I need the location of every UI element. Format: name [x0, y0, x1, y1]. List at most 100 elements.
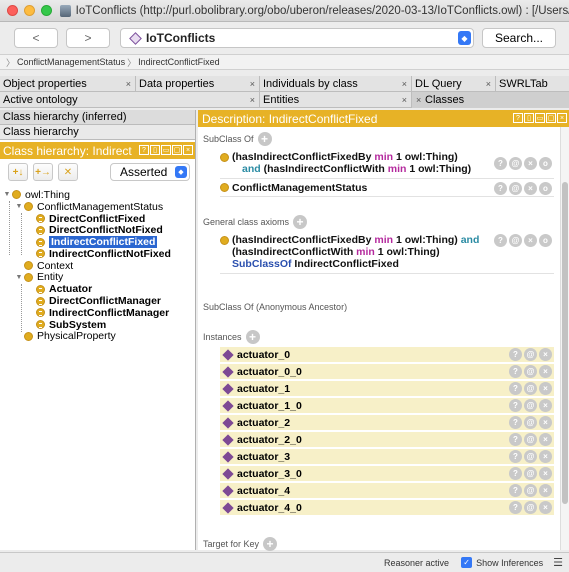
close-tab-icon[interactable]: × [402, 79, 407, 89]
chevron-updown-icon[interactable]: ◆ [458, 31, 471, 45]
delete-icon[interactable]: × [539, 450, 552, 463]
delete-icon[interactable]: × [539, 365, 552, 378]
minimize-window-button[interactable] [24, 5, 35, 16]
close-view-icon[interactable]: × [183, 145, 193, 155]
close-tab-icon[interactable]: × [250, 95, 255, 105]
tab-class-hierarchy[interactable]: Class hierarchy [0, 125, 195, 140]
annotate-icon[interactable]: @ [524, 467, 537, 480]
add-sibling-icon[interactable]: +→ [33, 163, 53, 181]
search-button[interactable]: Search... [482, 28, 556, 48]
delete-icon[interactable]: × [524, 234, 537, 247]
tab-active-ontology[interactable]: Active ontology × [0, 92, 260, 108]
help-icon[interactable]: ? [139, 145, 149, 155]
annotate-icon[interactable]: @ [524, 399, 537, 412]
subclass-axiom-restriction[interactable]: (hasIndirectConflictFixedBy min 1 owl:Th… [220, 149, 554, 179]
instance-row[interactable]: actuator_2_0? @ × [220, 432, 554, 448]
tab-data-properties[interactable]: Data properties × [136, 76, 260, 92]
split-horizontal-icon[interactable]: ▭ [161, 145, 171, 155]
tree-node-direct-conflict-not-fixed[interactable]: DirectConflictNotFixed [0, 224, 195, 236]
delete-icon[interactable]: × [539, 467, 552, 480]
list-menu-icon[interactable]: ☰ [553, 556, 563, 569]
annotate-icon[interactable]: @ [509, 157, 522, 170]
explain-icon[interactable]: ? [509, 450, 522, 463]
delete-class-icon[interactable]: ✕ [58, 163, 78, 181]
expand-triangle-icon[interactable]: ▼ [2, 191, 12, 198]
float-view-icon[interactable]: ▢ [546, 113, 556, 123]
instance-row[interactable]: actuator_3? @ × [220, 449, 554, 465]
annotate-icon[interactable]: @ [524, 416, 537, 429]
edit-icon[interactable]: o [539, 182, 552, 195]
annotate-icon[interactable]: @ [524, 484, 537, 497]
annotate-icon[interactable]: @ [524, 501, 537, 514]
tree-node-physical-property[interactable]: PhysicalProperty [0, 330, 195, 342]
expand-triangle-icon[interactable]: ▼ [14, 274, 24, 281]
instance-row[interactable]: actuator_4_0? @ × [220, 500, 554, 516]
annotate-icon[interactable]: @ [524, 382, 537, 395]
ontology-selector[interactable]: IoTConflicts ◆ [120, 28, 474, 48]
delete-icon[interactable]: × [539, 501, 552, 514]
instance-row[interactable]: actuator_0? @ × [220, 347, 554, 363]
explain-icon[interactable]: ? [509, 399, 522, 412]
subclass-axiom-named[interactable]: ConflictManagementStatus ? @ × o [220, 180, 554, 197]
tab-object-properties[interactable]: Object properties × [0, 76, 136, 92]
help-icon[interactable]: ? [513, 113, 523, 123]
explain-icon[interactable]: ? [509, 501, 522, 514]
edit-icon[interactable]: o [539, 234, 552, 247]
tree-node-indirect-conflict-fixed[interactable]: IndirectConflictFixed [0, 236, 195, 249]
breadcrumb-item[interactable]: IndirectConflictFixed [138, 57, 220, 67]
instance-row[interactable]: actuator_4? @ × [220, 483, 554, 499]
instance-row[interactable]: actuator_1? @ × [220, 381, 554, 397]
tree-node-subsystem[interactable]: SubSystem [0, 319, 195, 331]
tab-entities[interactable]: Entities × [260, 92, 412, 108]
tree-node-direct-conflict-manager[interactable]: DirectConflictManager [0, 295, 195, 307]
breadcrumb-item[interactable]: ConflictManagementStatus [17, 57, 125, 67]
add-key-icon[interactable]: + [263, 537, 278, 551]
explain-icon[interactable]: ? [494, 182, 507, 195]
annotate-icon[interactable]: @ [509, 182, 522, 195]
tab-class-hierarchy-inferred[interactable]: Class hierarchy (inferred) [0, 110, 195, 125]
tree-node-owl-thing[interactable]: ▼ owl:Thing [0, 189, 195, 201]
general-class-axiom[interactable]: (hasIndirectConflictFixedBy min 1 owl:Th… [220, 232, 554, 274]
close-tab-icon[interactable]: × [416, 95, 421, 105]
annotate-icon[interactable]: @ [524, 365, 537, 378]
delete-icon[interactable]: × [524, 157, 537, 170]
edit-icon[interactable]: o [539, 157, 552, 170]
delete-icon[interactable]: × [539, 399, 552, 412]
tab-dl-query[interactable]: DL Query × [412, 76, 496, 92]
explain-icon[interactable]: ? [494, 157, 507, 170]
tree-node-actuator[interactable]: Actuator [0, 283, 195, 295]
add-instance-icon[interactable]: + [245, 330, 260, 344]
add-general-class-axiom-icon[interactable]: + [293, 215, 308, 229]
tree-node-context[interactable]: Context [0, 260, 195, 272]
close-view-icon[interactable]: × [557, 113, 567, 123]
zoom-window-button[interactable] [41, 5, 52, 16]
explain-icon[interactable]: ? [509, 382, 522, 395]
instance-row[interactable]: actuator_0_0? @ × [220, 364, 554, 380]
explain-icon[interactable]: ? [509, 348, 522, 361]
tree-node-entity[interactable]: ▼ Entity [0, 271, 195, 283]
add-subclass-of-icon[interactable]: + [257, 132, 272, 146]
tab-individuals-by-class[interactable]: Individuals by class × [260, 76, 412, 92]
delete-icon[interactable]: × [539, 484, 552, 497]
instance-row[interactable]: actuator_3_0? @ × [220, 466, 554, 482]
explain-icon[interactable]: ? [509, 467, 522, 480]
vertical-scrollbar[interactable] [560, 127, 569, 550]
close-window-button[interactable] [7, 5, 18, 16]
delete-icon[interactable]: × [539, 348, 552, 361]
annotate-icon[interactable]: @ [524, 450, 537, 463]
split-vertical-icon[interactable]: ▯ [150, 145, 160, 155]
explain-icon[interactable]: ? [509, 416, 522, 429]
split-vertical-icon[interactable]: ▯ [524, 113, 534, 123]
close-tab-icon[interactable]: × [486, 79, 491, 89]
float-view-icon[interactable]: ▢ [172, 145, 182, 155]
close-tab-icon[interactable]: × [250, 79, 255, 89]
explain-icon[interactable]: ? [509, 433, 522, 446]
annotate-icon[interactable]: @ [524, 348, 537, 361]
forward-button[interactable]: > [66, 28, 110, 48]
tree-node-direct-conflict-fixed[interactable]: DirectConflictFixed [0, 213, 195, 225]
close-tab-icon[interactable]: × [126, 79, 131, 89]
split-horizontal-icon[interactable]: ▭ [535, 113, 545, 123]
show-inferences-checkbox[interactable]: ✓ [461, 557, 473, 568]
add-subclass-icon[interactable]: +↓ [8, 163, 28, 181]
annotate-icon[interactable]: @ [524, 433, 537, 446]
